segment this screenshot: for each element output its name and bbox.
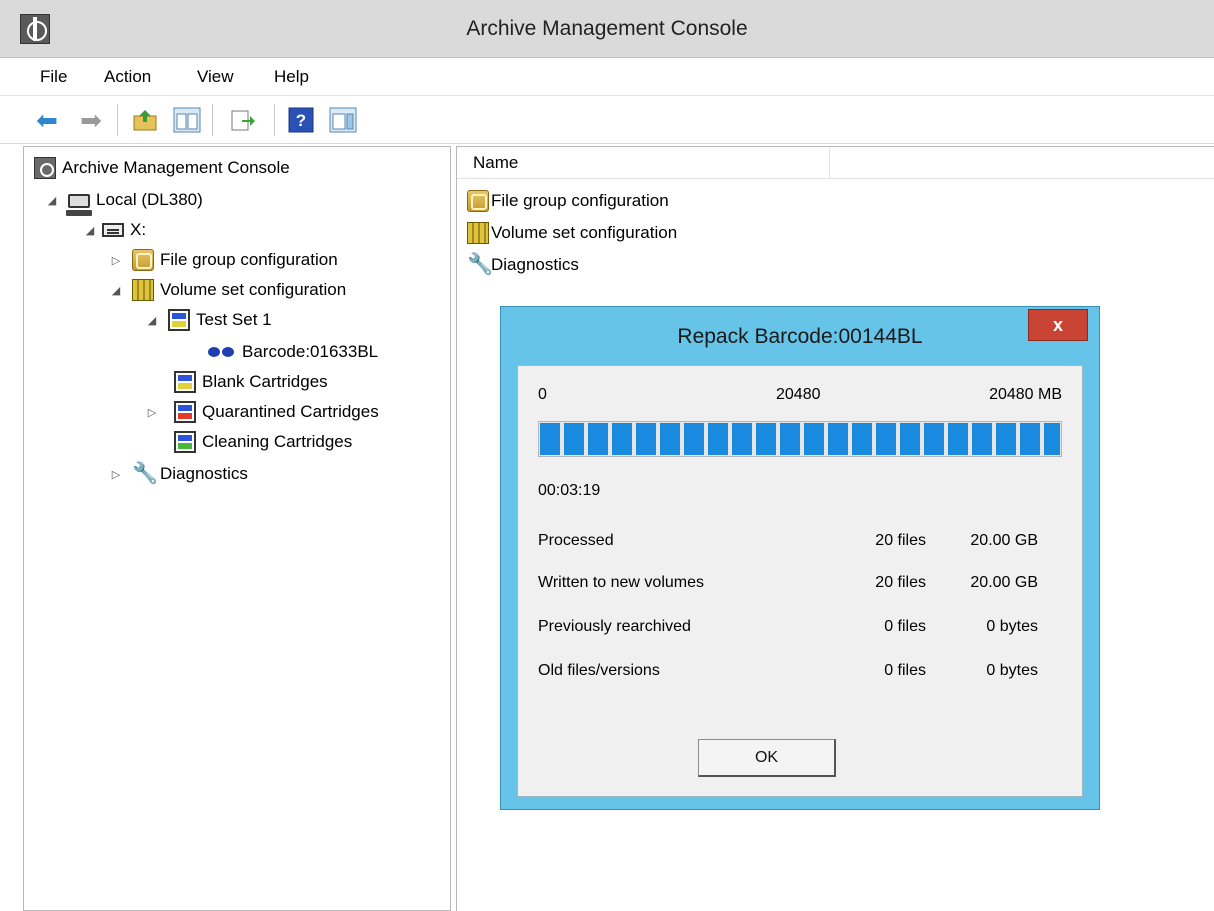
- show-action-pane-icon[interactable]: [328, 105, 358, 135]
- tape-icon: [208, 345, 236, 359]
- computer-icon: [66, 194, 92, 216]
- tree-item-quarantined[interactable]: ▷ Quarantined Cartridges: [144, 397, 379, 427]
- progress-scale-max: 20480 MB: [989, 386, 1062, 403]
- list-item[interactable]: 🔧 Diagnostics: [467, 250, 579, 280]
- menu-view[interactable]: View: [197, 67, 234, 87]
- tree-item-label: Volume set configuration: [160, 280, 347, 299]
- list-item-label: File group configuration: [491, 191, 669, 210]
- stat-size: 20.00 GB: [970, 574, 1038, 591]
- toolbar-separator: [274, 104, 275, 136]
- tree-item-label: Barcode:01633BL: [242, 342, 379, 361]
- tree-item-label: Test Set 1: [196, 310, 272, 329]
- dialog-body: 0 20480 20480 MB 00:03:19 Processed 20 f…: [517, 365, 1083, 797]
- column-divider[interactable]: [829, 147, 830, 179]
- ok-button[interactable]: OK: [698, 739, 836, 777]
- stat-files: 20 files: [875, 532, 926, 549]
- collapse-arrow-icon[interactable]: ◢: [82, 224, 98, 237]
- forward-icon[interactable]: ➡: [76, 105, 106, 135]
- elapsed-time: 00:03:19: [538, 482, 601, 499]
- volume-set-icon: [132, 279, 154, 301]
- tree-item-drive[interactable]: ◢ X:: [82, 215, 146, 245]
- expand-arrow-icon[interactable]: ▷: [108, 468, 124, 481]
- title-bar: Archive Management Console: [0, 0, 1214, 58]
- drive-icon: [102, 223, 124, 237]
- tree-item-label: Quarantined Cartridges: [202, 402, 379, 421]
- menu-file[interactable]: File: [40, 67, 67, 87]
- expand-arrow-icon[interactable]: ▷: [144, 406, 160, 419]
- stat-files: 20 files: [875, 574, 926, 591]
- cartridge-icon: [174, 371, 196, 393]
- list-item[interactable]: Volume set configuration: [467, 218, 677, 248]
- wrench-icon: 🔧: [132, 462, 159, 485]
- console-tree[interactable]: Archive Management Console ◢ Local (DL38…: [23, 146, 451, 911]
- collapse-arrow-icon[interactable]: ◢: [44, 194, 60, 207]
- stat-size: 0 bytes: [986, 618, 1038, 635]
- console-icon: [34, 157, 56, 179]
- help-icon[interactable]: ?: [286, 105, 316, 135]
- stat-row-old-files: Old files/versions 0 files 0 bytes: [538, 662, 1062, 686]
- show-tree-icon[interactable]: [172, 105, 202, 135]
- stat-label: Old files/versions: [538, 662, 660, 679]
- column-header[interactable]: Name: [457, 147, 1214, 179]
- list-item-label: Volume set configuration: [491, 223, 678, 242]
- tree-item-barcode[interactable]: Barcode:01633BL: [208, 337, 378, 367]
- tree-item-label: Local (DL380): [96, 190, 203, 209]
- export-list-icon[interactable]: [228, 105, 258, 135]
- progress-scale-min: 0: [538, 386, 547, 403]
- list-item-label: Diagnostics: [491, 255, 579, 274]
- tree-item-blank[interactable]: Blank Cartridges: [174, 367, 328, 397]
- stat-label: Processed: [538, 532, 614, 549]
- tree-item-label: File group configuration: [160, 250, 338, 269]
- tree-item-label: Cleaning Cartridges: [202, 432, 353, 451]
- tree-item-label: Diagnostics: [160, 464, 248, 483]
- back-icon[interactable]: ⬅: [32, 105, 62, 135]
- svg-text:?: ?: [296, 111, 306, 130]
- stat-row-processed: Processed 20 files 20.00 GB: [538, 532, 1062, 556]
- menu-help[interactable]: Help: [274, 67, 309, 87]
- close-button[interactable]: x: [1028, 309, 1088, 341]
- expand-arrow-icon[interactable]: ▷: [108, 254, 124, 267]
- toolbar-separator: [117, 104, 118, 136]
- stat-size: 20.00 GB: [970, 532, 1038, 549]
- progress-fill: [540, 423, 1060, 455]
- stat-row-rearchived: Previously rearchived 0 files 0 bytes: [538, 618, 1062, 642]
- file-group-icon: [132, 249, 154, 271]
- repack-dialog: Repack Barcode:00144BL x 0 20480 20480 M…: [500, 306, 1100, 810]
- tree-item-local[interactable]: ◢ Local (DL380): [44, 185, 203, 216]
- stat-files: 0 files: [884, 662, 926, 679]
- file-group-icon: [467, 190, 489, 212]
- cleaning-cartridge-icon: [174, 431, 196, 453]
- stat-row-written: Written to new volumes 20 files 20.00 GB: [538, 574, 1062, 598]
- stat-files: 0 files: [884, 618, 926, 635]
- menu-action[interactable]: Action: [104, 67, 151, 87]
- progress-bar: [538, 421, 1062, 457]
- column-name-header[interactable]: Name: [473, 153, 518, 173]
- stat-label: Written to new volumes: [538, 574, 704, 591]
- cartridge-icon: [168, 309, 190, 331]
- stat-size: 0 bytes: [986, 662, 1038, 679]
- tree-item-diagnostics[interactable]: ▷ 🔧 Diagnostics: [108, 459, 248, 489]
- volume-set-icon: [467, 222, 489, 244]
- tree-item-volume-set[interactable]: ◢ Volume set configuration: [108, 275, 346, 305]
- tree-item-label: Archive Management Console: [62, 158, 290, 177]
- window-title: Archive Management Console: [466, 17, 748, 40]
- menu-bar: File Action View Help: [0, 58, 1214, 96]
- tree-item-label: X:: [130, 220, 147, 239]
- progress-scale-mid: 20480: [776, 386, 821, 403]
- list-item[interactable]: File group configuration: [467, 186, 669, 216]
- tree-item-file-group[interactable]: ▷ File group configuration: [108, 245, 338, 275]
- dialog-title: Repack Barcode:00144BL: [677, 325, 923, 348]
- wrench-icon: 🔧: [467, 253, 494, 276]
- tree-item-root[interactable]: Archive Management Console: [34, 153, 290, 183]
- collapse-arrow-icon[interactable]: ◢: [108, 284, 124, 297]
- quarantined-cartridge-icon: [174, 401, 196, 423]
- tree-item-test-set[interactable]: ◢ Test Set 1: [144, 305, 272, 335]
- up-folder-icon[interactable]: [130, 105, 160, 135]
- toolbar: ⬅ ➡ ?: [0, 96, 1214, 144]
- stat-label: Previously rearchived: [538, 618, 691, 635]
- collapse-arrow-icon[interactable]: ◢: [144, 314, 160, 327]
- tree-item-cleaning[interactable]: Cleaning Cartridges: [174, 427, 352, 457]
- toolbar-separator: [212, 104, 213, 136]
- tree-item-label: Blank Cartridges: [202, 372, 328, 391]
